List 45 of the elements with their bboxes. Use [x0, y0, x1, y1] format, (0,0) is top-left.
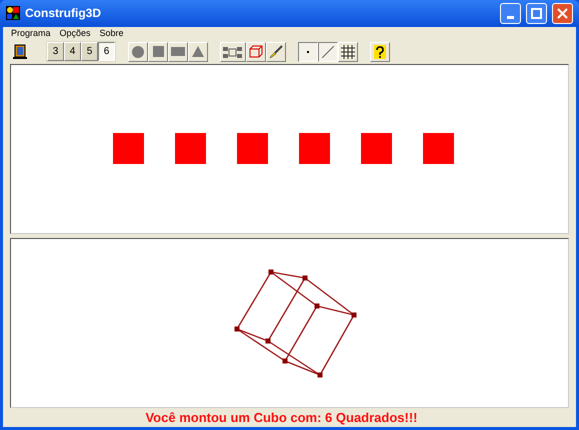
rectangle-button[interactable] [168, 42, 188, 62]
minimize-icon [507, 16, 514, 19]
face-count-button[interactable]: 5 [81, 42, 98, 61]
line-icon [322, 46, 334, 58]
close-icon [557, 8, 568, 19]
rectangle-icon [171, 47, 185, 56]
app-icon [6, 6, 20, 20]
face-count-button[interactable]: 4 [64, 42, 81, 61]
minimize-button[interactable] [500, 2, 521, 24]
square-shape [112, 132, 144, 164]
face-count-button[interactable]: 3 [47, 42, 64, 61]
square-icon [152, 46, 164, 57]
menu-item[interactable]: Programa [11, 27, 51, 41]
triangle-icon [192, 46, 204, 57]
brush-button[interactable] [266, 42, 286, 62]
help-button[interactable] [370, 42, 390, 62]
maximize-icon [531, 8, 542, 19]
close-button[interactable] [552, 2, 573, 24]
square-shape [422, 132, 454, 164]
point-button[interactable] [298, 42, 318, 62]
grid-button[interactable] [338, 42, 358, 62]
square-button[interactable] [148, 42, 168, 62]
square-shape [360, 132, 392, 164]
square-shape [298, 132, 330, 164]
face-count-button[interactable]: 6 [98, 42, 115, 61]
maximize-button[interactable] [526, 2, 547, 24]
menu-item[interactable]: Opções [60, 27, 91, 41]
window-title: Construfig3D [25, 5, 102, 22]
status-message: Você montou um Cubo com: 6 Quadrados!!! [145, 408, 418, 426]
circle-icon [132, 46, 144, 58]
cube-icon [249, 45, 263, 58]
cube-button[interactable] [246, 42, 266, 62]
grid-icon [341, 44, 355, 58]
line-button[interactable] [318, 42, 338, 62]
net-button[interactable] [220, 42, 246, 62]
net-icon [223, 46, 243, 58]
square-shape [174, 132, 206, 164]
square-shape [236, 132, 268, 164]
circle-button[interactable] [128, 42, 148, 62]
door-icon [13, 44, 27, 59]
question-mark-icon [374, 44, 386, 58]
menu-item[interactable]: Sobre [100, 27, 124, 41]
exit-button[interactable] [10, 42, 30, 62]
triangle-button[interactable] [188, 42, 208, 62]
brush-icon [269, 44, 283, 58]
